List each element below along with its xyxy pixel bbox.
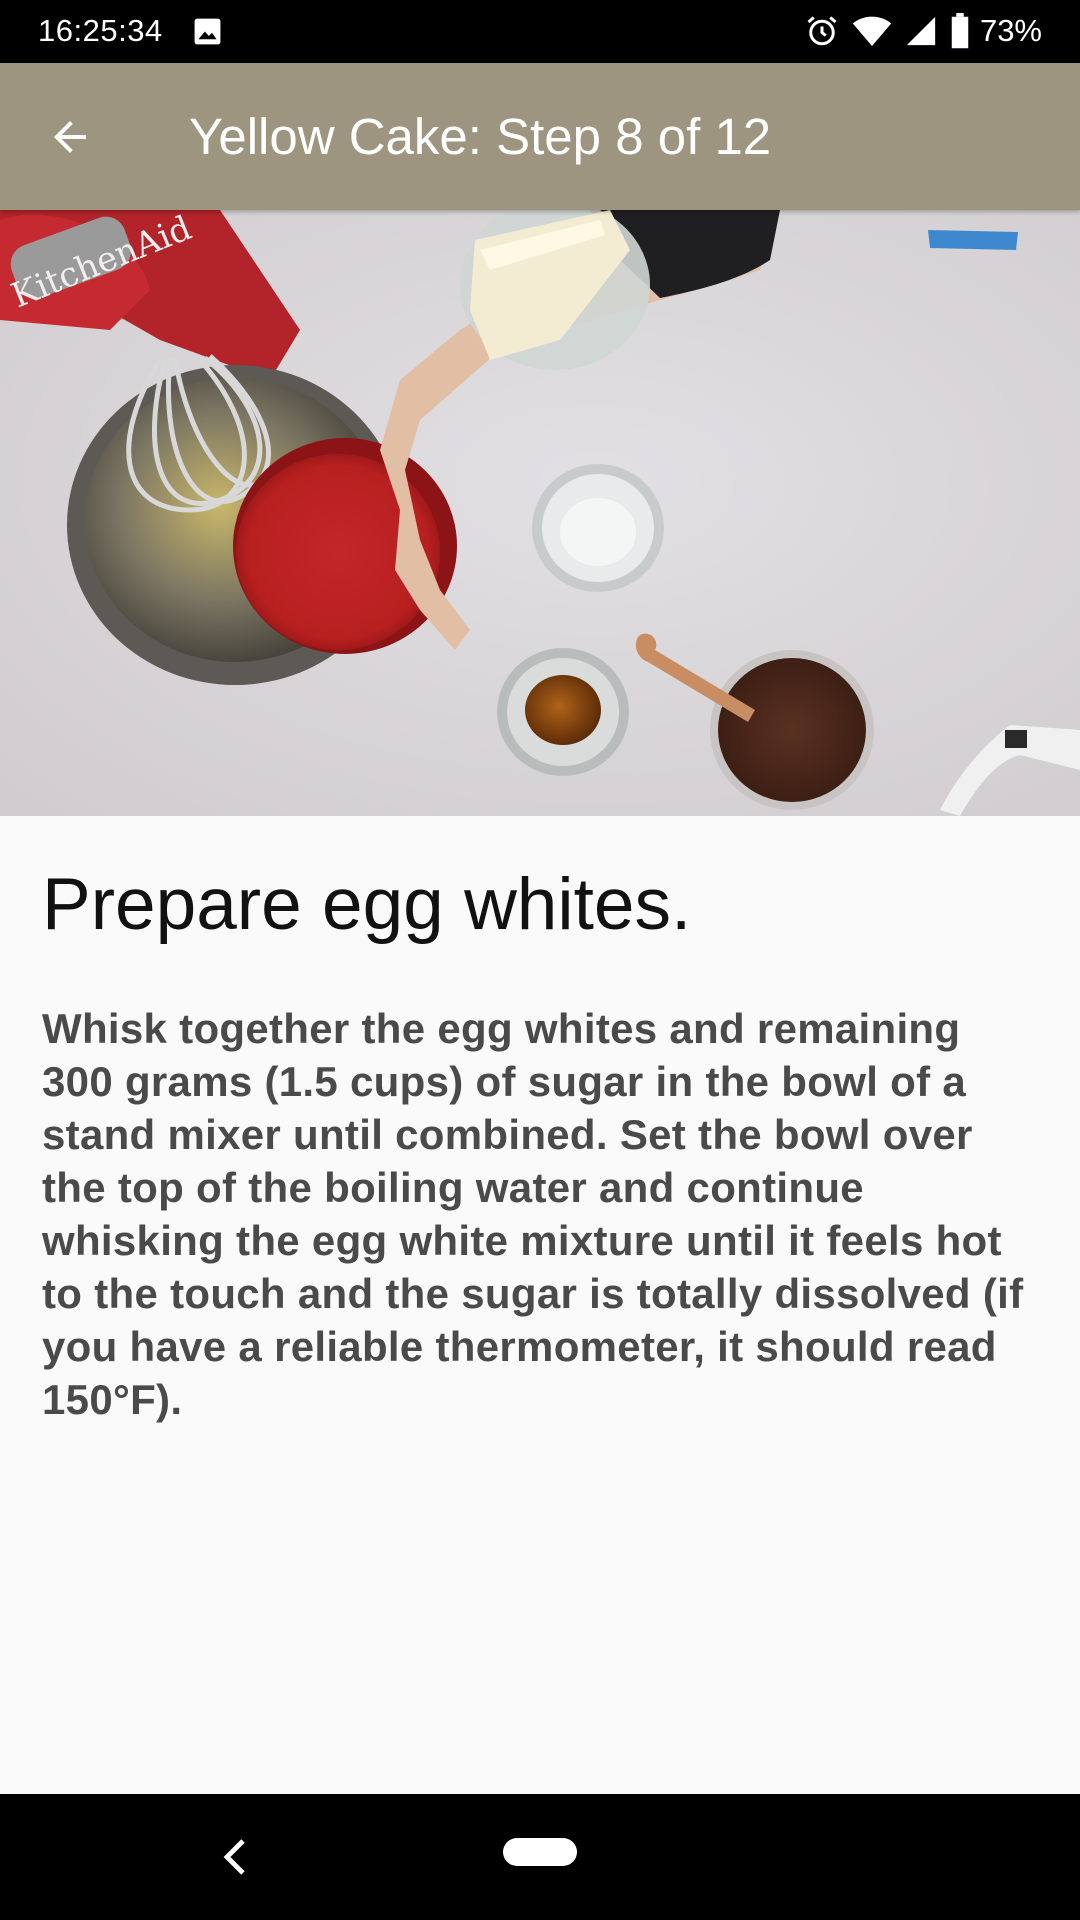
alarm-icon — [807, 16, 837, 46]
arrow-back-icon — [54, 121, 86, 153]
battery-percent: 73% — [979, 13, 1042, 48]
screen: 16:25:34 73% Yellow Cake: Step 8 of 12 K… — [0, 0, 1080, 1920]
nav-home-pill[interactable] — [503, 1838, 577, 1866]
step-description: Whisk together the egg whites and remain… — [42, 1005, 1024, 1423]
wifi-icon — [852, 16, 892, 46]
step-title: Prepare egg whites. — [42, 864, 692, 945]
navigation-bar — [0, 1794, 1080, 1920]
status-time: 16:25:34 — [38, 13, 163, 48]
nav-back-icon — [223, 1839, 245, 1875]
nav-back-button[interactable] — [210, 1824, 260, 1890]
battery-icon — [951, 13, 969, 49]
page-title: Yellow Cake: Step 8 of 12 — [189, 108, 772, 165]
gallery-icon — [194, 18, 221, 45]
app-bar: Yellow Cake: Step 8 of 12 — [0, 63, 1080, 210]
status-bar: 16:25:34 73% — [0, 0, 1080, 63]
step-image: KitchenAid — [0, 210, 1080, 816]
signal-icon — [906, 16, 936, 46]
status-icons: 73% — [804, 11, 1042, 51]
step-content: Prepare egg whites. Whisk together the e… — [42, 860, 1042, 1426]
back-button[interactable] — [34, 101, 106, 173]
step-photo: KitchenAid — [0, 210, 1080, 816]
